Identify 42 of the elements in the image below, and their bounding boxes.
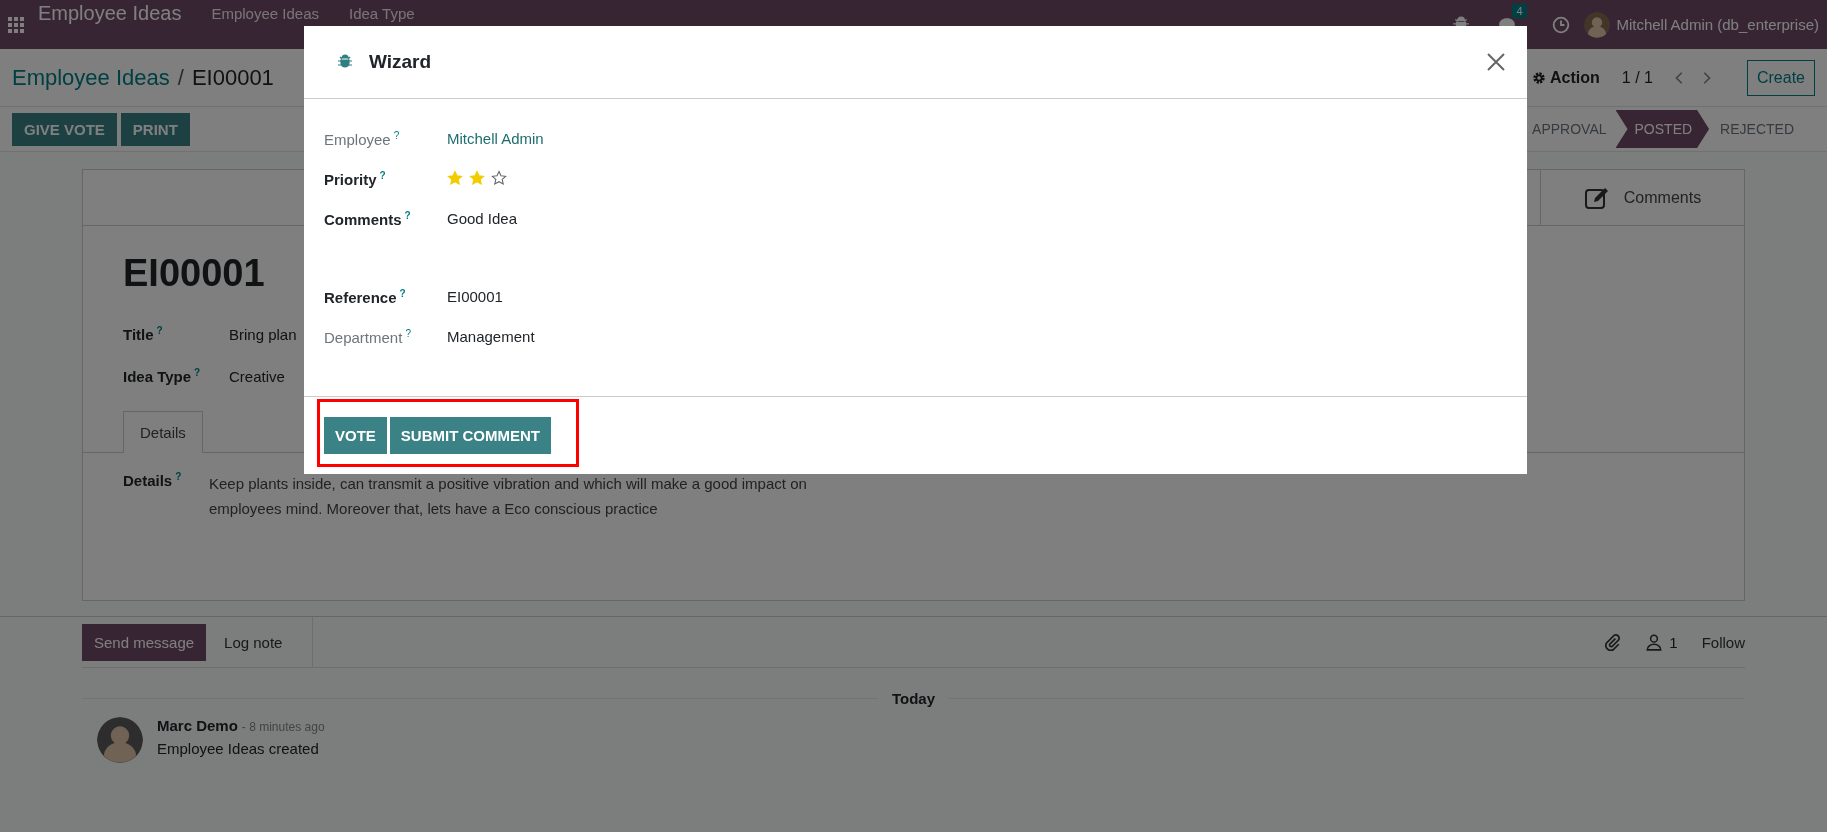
- status-stage[interactable]: POSTED: [1615, 110, 1710, 148]
- follow-link[interactable]: Follow: [1701, 633, 1745, 651]
- action-menu[interactable]: Action: [1550, 68, 1600, 87]
- dialog-button[interactable]: SUBMIT COMMENT: [389, 417, 551, 454]
- nav-menu-item[interactable]: Idea Type: [349, 5, 415, 22]
- message-author[interactable]: Marc Demo: [157, 717, 238, 734]
- header-button[interactable]: PRINT: [120, 112, 190, 146]
- pager-value: 1 / 1: [1621, 68, 1653, 87]
- app-name[interactable]: Employee Ideas: [38, 2, 182, 24]
- dialog-button[interactable]: VOTE: [324, 417, 387, 454]
- record-reference: EI00001: [123, 252, 265, 295]
- field-value: Creative: [229, 367, 285, 385]
- create-button[interactable]: Create: [1746, 59, 1815, 96]
- follower-count[interactable]: 1: [1669, 633, 1678, 651]
- field-label: Reference$^{?}$: [324, 287, 407, 306]
- field-value: EI00001: [447, 287, 503, 305]
- field-label: Priority$^{?}$: [324, 169, 387, 188]
- dialog-title: Wizard: [369, 51, 433, 73]
- details-text: Keep plants inside, can transmit a positive vibration and which will make a good impact on employees mind. Moreover that, lets have a Eco conscious practice: [209, 474, 808, 519]
- breadcrumb-current: EI00001: [191, 64, 274, 91]
- message-body: Employee Ideas created: [157, 740, 320, 757]
- user-menu[interactable]: Mitchell Admin (db_enterprise): [1616, 16, 1819, 33]
- nav-menu-item[interactable]: Employee Ideas: [211, 5, 319, 22]
- field-label: Department$^{?}$: [324, 327, 412, 346]
- message-time: - 8 minutes ago: [241, 720, 325, 734]
- field-label: Comments$^{?}$: [324, 209, 412, 228]
- field-label: Details$^{?}$: [123, 471, 183, 491]
- chatter-tab[interactable]: Send message: [82, 623, 207, 661]
- field-label: Idea Type$^{?}$: [123, 367, 202, 385]
- field-value: Bring plan: [229, 325, 297, 343]
- notebook-tab[interactable]: Details: [123, 411, 203, 453]
- header-button[interactable]: GIVE VOTE: [12, 112, 117, 146]
- chatter-tab[interactable]: Log note: [212, 623, 295, 661]
- breadcrumb-separator: /: [177, 64, 184, 91]
- field-label: Title$^{?}$: [123, 325, 164, 343]
- comments-field[interactable]: Good Idea: [447, 201, 518, 227]
- message-count-badge: 4: [1512, 3, 1527, 18]
- employee-link[interactable]: Mitchell Admin: [447, 121, 544, 147]
- field-label: Employee$^{?}$: [324, 129, 401, 148]
- breadcrumb-link[interactable]: Employee Ideas: [12, 64, 170, 91]
- date-separator: Today: [891, 690, 936, 707]
- field-value: Management: [447, 327, 535, 345]
